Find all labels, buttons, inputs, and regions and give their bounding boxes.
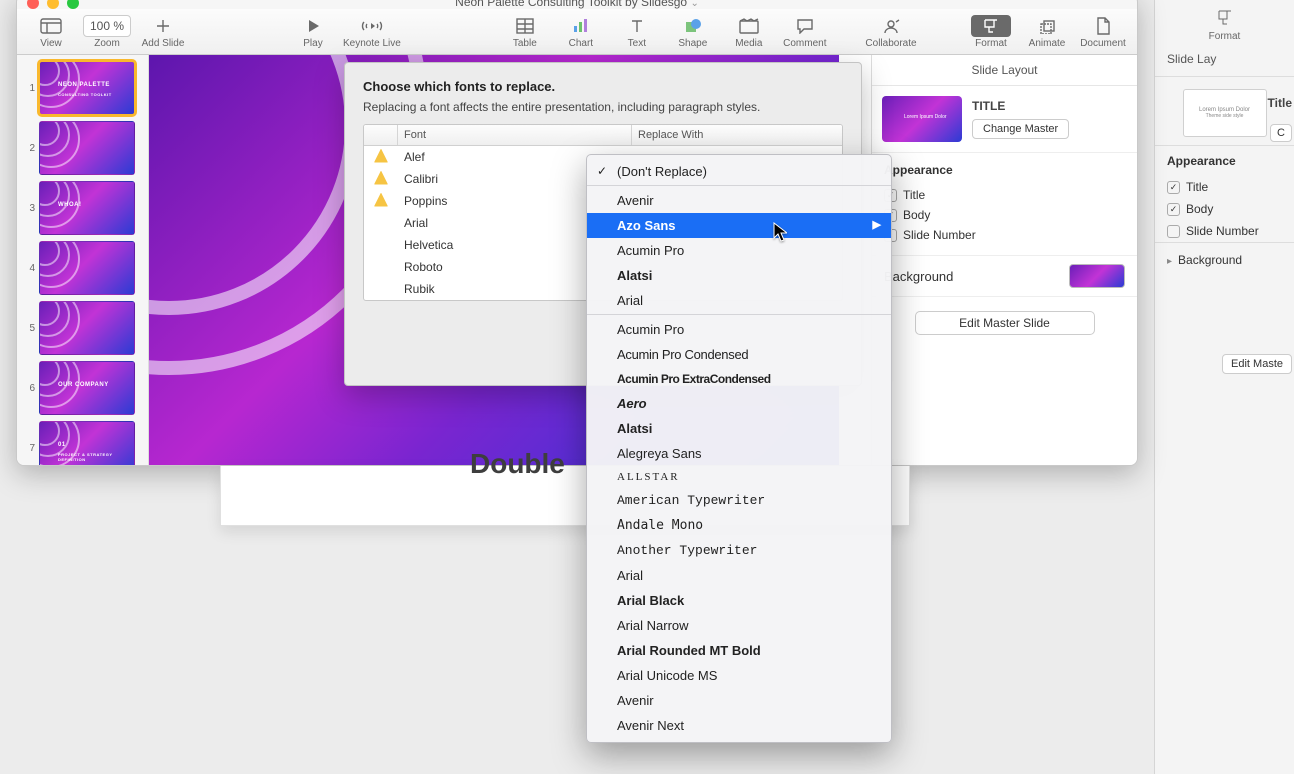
shape-button[interactable]: Shape — [667, 10, 719, 54]
font-menu-item[interactable]: Another Typewriter — [587, 538, 891, 563]
font-menu-item[interactable]: Acumin Pro ExtraCondensed — [587, 367, 891, 391]
font-menu-item[interactable]: Acumin Pro Condensed — [587, 342, 891, 367]
font-menu-item[interactable]: Arial Unicode MS — [587, 663, 891, 688]
font-menu-item[interactable]: Arial Black — [587, 588, 891, 613]
font-menu-item[interactable]: Alatsi — [587, 263, 891, 288]
font-menu-item[interactable]: Avenir — [587, 188, 891, 213]
font-menu-item[interactable]: Azo Sans▶ — [587, 213, 891, 238]
format-tab[interactable]: Format — [965, 10, 1017, 54]
edit-master-slide-button[interactable]: Edit Master Slide — [915, 311, 1095, 335]
change-master-button[interactable]: Change Master — [972, 119, 1069, 139]
comment-button[interactable]: Comment — [779, 10, 831, 54]
font-menu-item[interactable]: Andale Mono — [587, 513, 891, 538]
slide-thumbnail[interactable]: 5 — [21, 301, 144, 355]
col-header-replace-with[interactable]: Replace With — [632, 125, 842, 145]
background-label: Background — [884, 269, 953, 284]
collaborate-button[interactable]: Collaborate — [865, 10, 917, 54]
slide-thumbnail[interactable]: 1NEON PALETTECONSULTING TOOLKIT — [21, 61, 144, 115]
double-text: Double — [470, 448, 565, 480]
font-menu-item[interactable]: (Don't Replace)✓ — [587, 159, 891, 186]
font-menu-item[interactable]: Alatsi — [587, 416, 891, 441]
media-button[interactable]: Media — [723, 10, 775, 54]
font-menu-item[interactable]: Avenir — [587, 688, 891, 713]
view-button[interactable]: View — [25, 10, 77, 54]
keynote-live-button[interactable]: Keynote Live — [343, 10, 401, 54]
zoom-select[interactable]: 100 % Zoom — [81, 10, 133, 54]
background-swatch[interactable] — [1069, 264, 1125, 288]
toolbar: View 100 % Zoom Add Slide Play Keynote L… — [17, 9, 1137, 55]
document-tab[interactable]: Document — [1077, 10, 1129, 54]
font-menu-item[interactable]: Acumin Pro — [587, 317, 891, 342]
warning-icon — [374, 149, 388, 163]
right-change-master-button[interactable]: C — [1270, 124, 1292, 142]
window-title: Neon Palette Consulting Toolkit by Slide… — [17, 0, 1137, 9]
font-menu-item[interactable]: American Typewriter — [587, 488, 891, 513]
right-master-thumb[interactable]: Lorem Ipsum Dolor Theme side style — [1183, 89, 1267, 137]
right-edit-master-button[interactable]: Edit Maste — [1222, 354, 1292, 374]
right-title-label: Title — [1268, 96, 1292, 110]
right-title-checkbox[interactable] — [1167, 181, 1180, 194]
font-menu-item[interactable]: Avenir Next — [587, 713, 891, 738]
replace-with-font-menu[interactable]: (Don't Replace)✓AvenirAzo Sans▶Acumin Pr… — [586, 154, 892, 743]
format-label: Format — [1155, 31, 1294, 42]
chart-button[interactable]: Chart — [555, 10, 607, 54]
font-menu-item[interactable]: Arial Narrow — [587, 613, 891, 638]
inspector-header: Slide Layout — [872, 55, 1137, 86]
font-menu-item[interactable]: Arial — [587, 563, 891, 588]
right-background-disclosure[interactable]: Background — [1155, 242, 1294, 277]
right-slidenum-checkbox[interactable] — [1167, 225, 1180, 238]
slide-thumbnail[interactable]: 701PROJECT & STRATEGY DEFINITION — [21, 421, 144, 465]
table-button[interactable]: Table — [499, 10, 551, 54]
slide-thumbnail[interactable]: 2 — [21, 121, 144, 175]
right-tab-slide-layout[interactable]: Slide Lay — [1155, 42, 1294, 77]
text-button[interactable]: Text — [611, 10, 663, 54]
font-menu-item[interactable]: Aero — [587, 391, 891, 416]
right-inspector-clipped: Format Slide Lay Lorem Ipsum Dolor Theme… — [1154, 0, 1294, 774]
font-menu-item[interactable]: Arial Rounded MT Bold — [587, 638, 891, 663]
animate-tab[interactable]: Animate — [1021, 10, 1073, 54]
font-menu-item[interactable]: Acumin Pro — [587, 238, 891, 263]
add-slide-button[interactable]: Add Slide — [137, 10, 189, 54]
play-button[interactable]: Play — [287, 10, 339, 54]
font-menu-item[interactable]: Arial — [587, 288, 891, 315]
inspector-panel: Slide Layout TITLE Change Master Appeara… — [871, 55, 1137, 465]
warning-icon — [374, 171, 388, 185]
slide-thumbnail[interactable]: 6OUR COMPANY — [21, 361, 144, 415]
dialog-description: Replacing a font affects the entire pres… — [363, 100, 843, 114]
right-appearance-header: Appearance — [1155, 145, 1294, 176]
master-name: TITLE — [972, 99, 1069, 113]
appearance-header: Appearance — [884, 163, 1125, 177]
master-thumbnail[interactable] — [882, 96, 962, 142]
right-body-checkbox[interactable] — [1167, 203, 1180, 216]
format-button-right[interactable] — [1155, 0, 1294, 31]
submenu-arrow-icon: ▶ — [873, 218, 881, 231]
col-header-font[interactable]: Font — [398, 125, 632, 145]
slide-thumbnail[interactable]: 3WHOA! — [21, 181, 144, 235]
dialog-title: Choose which fonts to replace. — [363, 79, 843, 94]
warning-icon — [374, 193, 388, 207]
slide-thumbnail[interactable]: 4 — [21, 241, 144, 295]
font-menu-item[interactable]: ALLSTAR — [587, 466, 891, 488]
slide-navigator[interactable]: 1NEON PALETTECONSULTING TOOLKIT 2 3WHOA! 4 5… — [17, 55, 149, 465]
font-menu-item[interactable]: Alegreya Sans — [587, 441, 891, 466]
